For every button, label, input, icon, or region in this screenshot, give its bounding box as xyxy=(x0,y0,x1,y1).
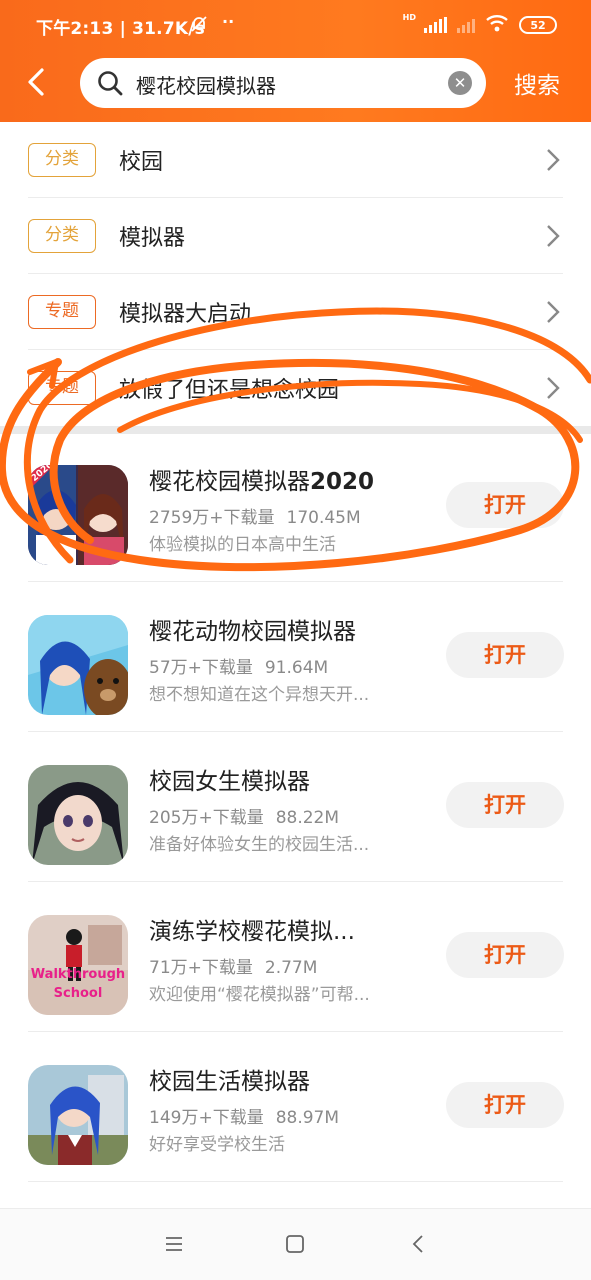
app-description: 想不想知道在这个异想天开... xyxy=(149,685,370,705)
back-arrow-icon[interactable] xyxy=(408,1233,430,1255)
search-icon xyxy=(98,71,123,96)
status-notification-dots: ·· xyxy=(222,12,235,31)
open-button[interactable]: 打开 xyxy=(446,782,564,828)
app-icon[interactable]: 2020 xyxy=(28,465,128,565)
app-description: 体验模拟的日本高中生活 xyxy=(149,535,336,555)
app-description: 好好享受学校生活 xyxy=(149,1135,285,1155)
open-button[interactable]: 打开 xyxy=(446,932,564,978)
row-divider xyxy=(28,1181,563,1182)
app-size: 170.45M xyxy=(286,508,361,528)
suggestion-label: 校园 xyxy=(119,150,164,175)
search-input[interactable]: 樱花校园模拟器 ✕ xyxy=(80,58,486,108)
app-name: 樱花校园模拟器2020 xyxy=(149,462,374,496)
suggestion-label: 放假了但还是想念校园 xyxy=(119,378,340,403)
download-count: 71万+下载量 xyxy=(149,958,253,978)
topic-tag: 专题 xyxy=(28,295,96,329)
hd-icon: HD xyxy=(402,12,416,22)
app-result-row[interactable]: Walkthrough School 演练学校樱花模拟... 71万+下载量 2.… xyxy=(0,882,591,1032)
download-count: 149万+下载量 xyxy=(149,1108,264,1128)
app-name-suffix: 2020 xyxy=(310,469,375,495)
topic-tag: 专题 xyxy=(28,371,96,405)
status-bar: 下午2:13 | 31.7K/s ·· HD 52 xyxy=(0,0,591,48)
system-navigation-bar xyxy=(0,1208,591,1280)
app-result-row[interactable]: 樱花动物校园模拟器 57万+下载量 91.64M 想不想知道在这个异想天开... … xyxy=(0,582,591,732)
open-button[interactable]: 打开 xyxy=(446,482,564,528)
download-count: 57万+下载量 xyxy=(149,658,253,678)
app-icon-caption-2: School xyxy=(53,986,103,1001)
app-name: 校园生活模拟器 xyxy=(149,1069,310,1095)
suggestion-row[interactable]: 专题 放假了但还是想念校园 xyxy=(0,350,591,426)
chevron-left-icon xyxy=(28,68,44,96)
app-result-row[interactable]: 校园女生模拟器 205万+下载量 88.22M 准备好体验女生的校园生活... 打… xyxy=(0,732,591,882)
suggestion-row[interactable]: 分类 校园 xyxy=(0,122,591,198)
app-size: 88.97M xyxy=(275,1108,340,1128)
chevron-right-icon xyxy=(547,377,560,399)
app-meta: 71万+下载量 2.77M xyxy=(149,953,317,978)
search-header: 樱花校园模拟器 ✕ 搜索 xyxy=(0,48,591,122)
app-icon[interactable] xyxy=(28,765,128,865)
app-name: 演练学校樱花模拟... xyxy=(149,919,355,945)
mute-alarm-icon xyxy=(190,15,208,37)
chevron-right-icon xyxy=(547,301,560,323)
suggestion-row[interactable]: 分类 模拟器 xyxy=(0,198,591,274)
app-result-row[interactable]: 2020 樱花校园模拟器2020 2759万+下载量 170.45M 体验模拟的日… xyxy=(0,432,591,582)
download-count: 2759万+下载量 xyxy=(149,508,275,528)
app-icon-caption-1: Walkthrough xyxy=(30,967,126,982)
app-description: 欢迎使用“樱花模拟器”可帮... xyxy=(149,985,370,1005)
app-meta: 2759万+下载量 170.45M xyxy=(149,503,361,528)
app-name: 校园女生模拟器 xyxy=(149,769,310,795)
app-meta: 205万+下载量 88.22M xyxy=(149,803,339,828)
app-size: 2.77M xyxy=(264,958,318,978)
app-name: 樱花动物校园模拟器 xyxy=(149,619,356,645)
chevron-right-icon xyxy=(547,149,560,171)
app-icon[interactable]: Walkthrough School xyxy=(28,915,128,1015)
chevron-right-icon xyxy=(547,225,560,247)
app-description: 准备好体验女生的校园生活... xyxy=(149,835,370,855)
battery-icon: 52 xyxy=(519,16,557,34)
category-tag: 分类 xyxy=(28,143,96,177)
top-bar: 下午2:13 | 31.7K/s ·· HD 52 樱花校园模拟器 ✕ 搜索 xyxy=(0,0,591,122)
suggestion-label: 模拟器大启动 xyxy=(119,302,252,327)
app-icon[interactable] xyxy=(28,615,128,715)
app-size: 88.22M xyxy=(275,808,340,828)
signal-icon xyxy=(424,17,447,33)
menu-icon[interactable] xyxy=(163,1233,185,1255)
open-button[interactable]: 打开 xyxy=(446,1082,564,1128)
suggestion-label: 模拟器 xyxy=(119,226,186,251)
app-size: 91.64M xyxy=(264,658,329,678)
app-meta: 149万+下载量 88.97M xyxy=(149,1103,339,1128)
status-time-speed: 下午2:13 | 31.7K/s xyxy=(36,19,205,39)
clear-search-button[interactable]: ✕ xyxy=(448,71,472,95)
search-button[interactable]: 搜索 xyxy=(514,66,560,100)
app-icon[interactable] xyxy=(28,1065,128,1165)
app-meta: 57万+下载量 91.64M xyxy=(149,653,328,678)
status-right: HD 52 xyxy=(402,12,557,36)
app-result-row[interactable]: 校园生活模拟器 149万+下载量 88.97M 好好享受学校生活 打开 xyxy=(0,1032,591,1182)
close-icon: ✕ xyxy=(453,74,467,92)
app-name-main: 樱花校园模拟器 xyxy=(149,469,310,495)
suggestion-row[interactable]: 专题 模拟器大启动 xyxy=(0,274,591,350)
wifi-icon xyxy=(485,14,509,36)
signal-2-icon xyxy=(457,17,475,33)
open-button[interactable]: 打开 xyxy=(446,632,564,678)
download-count: 205万+下载量 xyxy=(149,808,264,828)
search-query-text[interactable]: 樱花校园模拟器 xyxy=(136,70,276,99)
category-tag: 分类 xyxy=(28,219,96,253)
home-icon[interactable] xyxy=(284,1233,306,1255)
back-button[interactable] xyxy=(18,62,58,102)
